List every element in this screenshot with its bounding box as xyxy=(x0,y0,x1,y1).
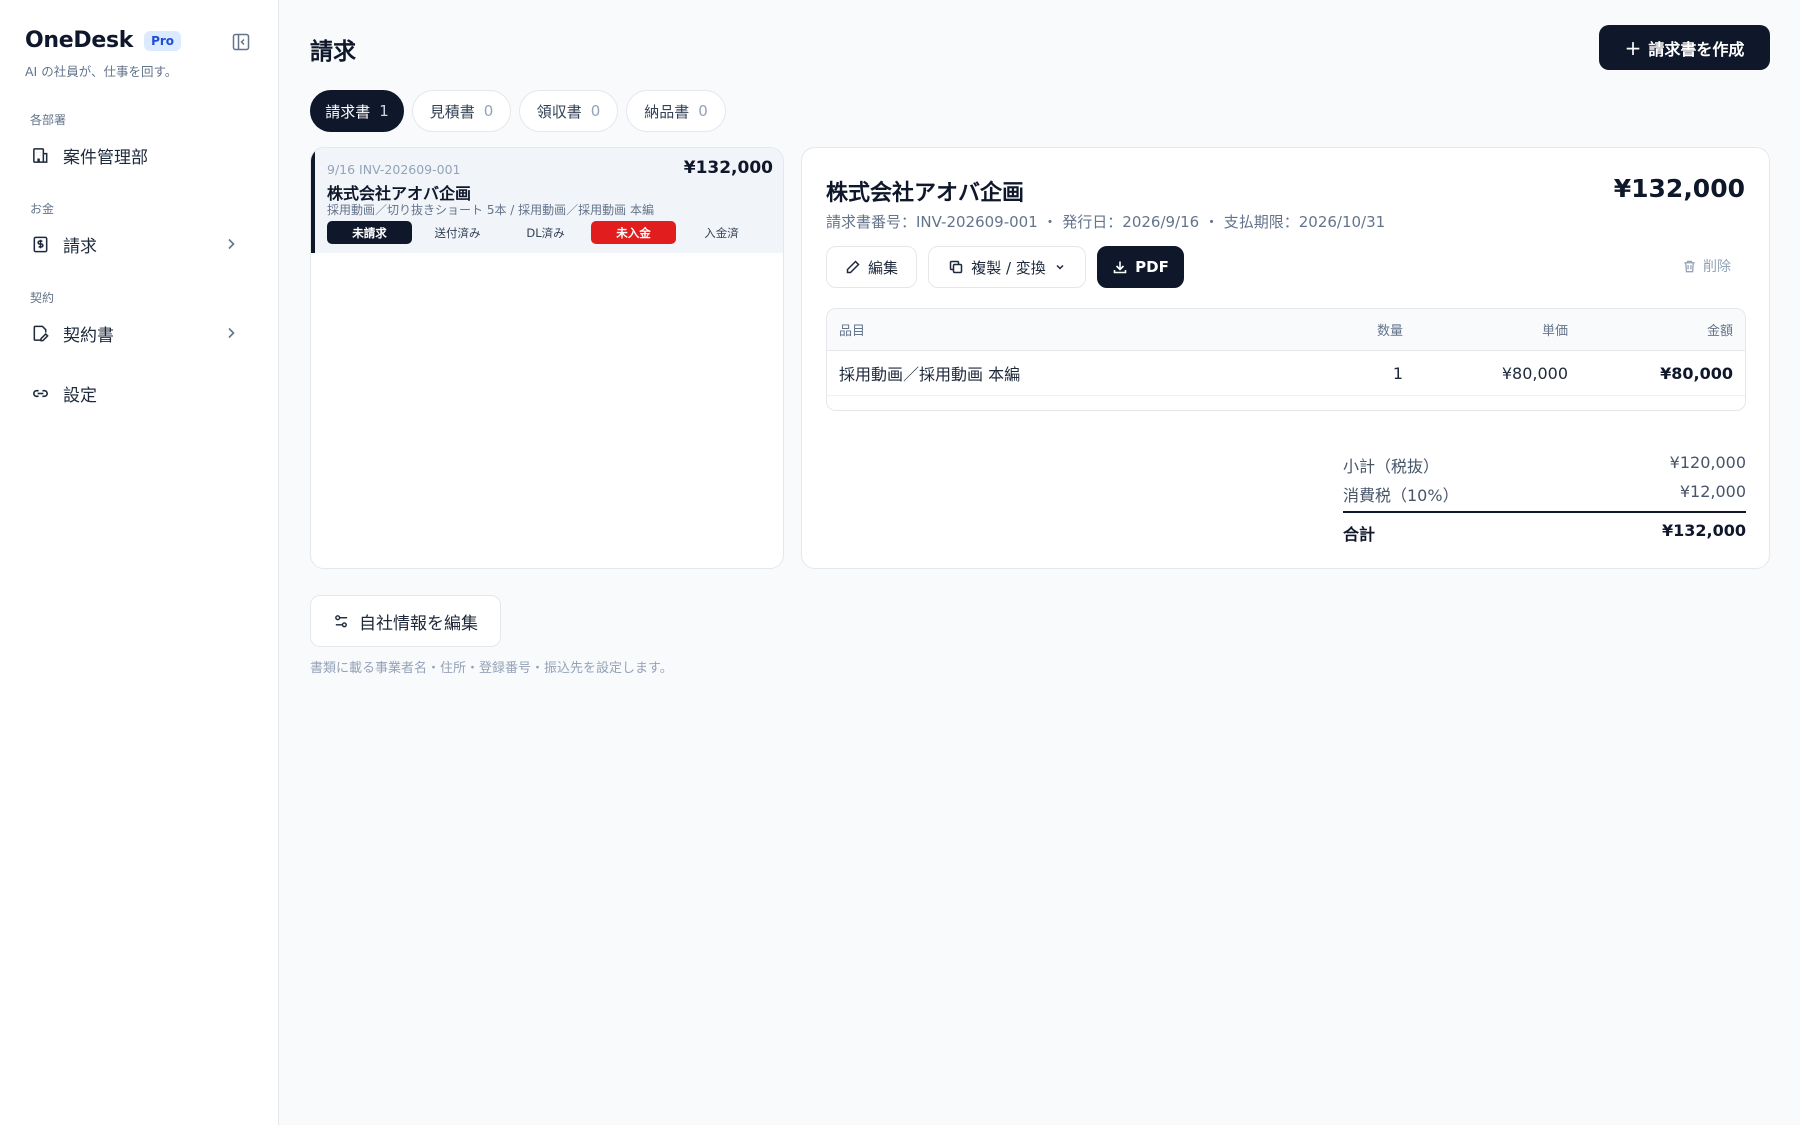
invoice-list: 9/16 INV-202609-001 ¥132,000 株式会社アオバ企画 採… xyxy=(310,147,784,569)
grand-total-row: 合計 ¥132,000 xyxy=(1343,519,1746,548)
status-paid[interactable]: 入金済 xyxy=(679,221,764,244)
invoice-description: 採用動画／切り抜きショート 5本 / 採用動画／採用動画 本編 xyxy=(327,203,654,217)
tab-label: 納品書 xyxy=(644,102,690,121)
status-unpaid[interactable]: 未入金 xyxy=(591,221,676,244)
section-label-departments: 各部署 xyxy=(30,113,67,127)
brand[interactable]: OneDesk Pro xyxy=(25,28,182,53)
detail-total: ¥132,000 xyxy=(1613,174,1745,203)
sidebar: OneDesk Pro AI の社員が、仕事を回す。 各部署 案件管理部 お金 … xyxy=(0,0,279,1125)
status-unbilled[interactable]: 未請求 xyxy=(327,221,412,244)
tab-count: 0 xyxy=(590,102,601,120)
edit-button[interactable]: 編集 xyxy=(826,246,917,288)
item-unit-price: ¥40,000 xyxy=(1502,396,1568,410)
chevron-right-icon xyxy=(223,236,239,252)
sliders-icon xyxy=(335,614,348,627)
item-amount: ¥80,000 xyxy=(1660,363,1733,383)
grand-total-label: 合計 xyxy=(1343,525,1376,544)
item-amount: ¥40,000 xyxy=(1660,396,1733,410)
copy-icon xyxy=(949,260,963,274)
item-name: 採用動画／採用動画 本編 xyxy=(839,365,1021,384)
tab-count: 0 xyxy=(483,102,494,120)
sidebar-collapse-icon[interactable] xyxy=(231,32,251,52)
company-info-hint: 書類に載る事業者名・住所・登録番号・振込先を設定します。 xyxy=(310,661,673,676)
duplicate-convert-button[interactable]: 複製 / 変換 xyxy=(928,246,1086,288)
table-header: 品目 数量 単価 金額 xyxy=(827,309,1745,351)
totals-divider xyxy=(1343,511,1746,513)
detail-meta: 請求書番号：INV-202609-001 ・ 発行日：2026/9/16 ・ 支… xyxy=(826,213,1386,231)
plan-badge: Pro xyxy=(144,30,182,51)
sidebar-item-label: 案件管理部 xyxy=(63,147,148,168)
sidebar-item-contracts[interactable]: 契約書 xyxy=(20,313,257,353)
tab-delivery-notes[interactable]: 納品書 0 xyxy=(626,90,726,132)
item-name: 採用動画／切り抜きショート 5本 xyxy=(839,396,1078,410)
download-icon xyxy=(1113,261,1127,274)
pencil-icon xyxy=(846,260,860,274)
tab-count: 1 xyxy=(379,102,389,120)
tab-label: 見積書 xyxy=(429,102,475,121)
tab-label: 領収書 xyxy=(536,102,582,121)
pdf-label: PDF xyxy=(1135,258,1169,276)
edit-company-info-label: 自社情報を編集 xyxy=(359,613,478,634)
section-label-contracts: 契約 xyxy=(30,291,55,305)
status-downloaded[interactable]: DL済み xyxy=(503,221,588,244)
tab-receipts[interactable]: 領収書 0 xyxy=(519,90,618,132)
pdf-download-button[interactable]: PDF xyxy=(1097,246,1184,288)
table-row: 採用動画／切り抜きショート 5本 1 ¥40,000 ¥40,000 xyxy=(827,396,1745,410)
sidebar-item-billing[interactable]: 請求 xyxy=(20,224,257,264)
create-invoice-label: 請求書を作成 xyxy=(1648,39,1745,59)
column-unit-price: 単価 xyxy=(1541,324,1568,339)
edit-label: 編集 xyxy=(867,258,898,277)
trash-icon xyxy=(1684,260,1695,272)
link-icon xyxy=(30,383,50,403)
tab-quotes[interactable]: 見積書 0 xyxy=(412,90,511,132)
section-label-money: お金 xyxy=(30,202,55,216)
page-title: 請求 xyxy=(310,39,356,65)
column-item: 品目 xyxy=(839,324,866,339)
subtotal-value: ¥120,000 xyxy=(1669,453,1746,472)
tax-value: ¥12,000 xyxy=(1679,482,1746,501)
create-invoice-button[interactable]: + 請求書を作成 xyxy=(1599,25,1770,70)
list-item[interactable]: 9/16 INV-202609-001 ¥132,000 株式会社アオバ企画 採… xyxy=(311,148,783,253)
item-qty: 1 xyxy=(1393,396,1403,410)
tab-count: 0 xyxy=(698,102,708,120)
column-qty: 数量 xyxy=(1376,324,1403,339)
sidebar-item-label: 契約書 xyxy=(63,325,114,346)
line-items-table: 品目 数量 単価 金額 採用動画／採用動画 本編 1 ¥80,000 ¥80,0… xyxy=(826,308,1746,411)
document-edit-icon xyxy=(30,323,50,343)
detail-client: 株式会社アオバ企画 xyxy=(826,181,1025,206)
brand-name: OneDesk xyxy=(25,28,134,53)
subtotal-label: 小計（税抜） xyxy=(1343,457,1440,476)
invoice-detail: 株式会社アオバ企画 ¥132,000 請求書番号：INV-202609-001 … xyxy=(801,147,1770,569)
sidebar-item-projects[interactable]: 案件管理部 xyxy=(20,135,257,175)
edit-company-info-button[interactable]: 自社情報を編集 xyxy=(310,595,501,647)
sidebar-item-settings[interactable]: 設定 xyxy=(20,373,257,413)
delete-label: 削除 xyxy=(1703,259,1731,275)
chevron-right-icon xyxy=(223,325,239,341)
duplicate-label: 複製 / 変換 xyxy=(971,258,1046,277)
invoice-amount: ¥132,000 xyxy=(683,158,773,178)
tax-label: 消費税（10%） xyxy=(1343,486,1459,505)
grand-total-value: ¥132,000 xyxy=(1661,521,1746,540)
tab-invoices[interactable]: 請求書 1 xyxy=(310,90,404,132)
chevron-down-icon xyxy=(1056,264,1064,270)
column-amount: 金額 xyxy=(1706,324,1733,339)
tax-row: 消費税（10%） ¥12,000 xyxy=(1343,480,1746,509)
totals: 小計（税抜） ¥120,000 消費税（10%） ¥12,000 合計 ¥132… xyxy=(1343,451,1746,548)
item-unit-price: ¥80,000 xyxy=(1501,363,1568,383)
plus-icon: + xyxy=(1624,35,1642,60)
table-row: 採用動画／採用動画 本編 1 ¥80,000 ¥80,000 xyxy=(827,351,1745,396)
sidebar-item-label: 請求 xyxy=(63,236,97,257)
receipt-icon xyxy=(30,234,50,254)
building-icon xyxy=(30,145,50,165)
invoice-meta: 9/16 INV-202609-001 xyxy=(327,162,461,177)
tab-label: 請求書 xyxy=(325,102,371,121)
tagline: AI の社員が、仕事を回す。 xyxy=(25,64,178,79)
delete-button[interactable]: 削除 xyxy=(1682,256,1731,276)
sidebar-item-label: 設定 xyxy=(63,385,97,406)
status-sent[interactable]: 送付済み xyxy=(415,221,500,244)
subtotal-row: 小計（税抜） ¥120,000 xyxy=(1343,451,1746,480)
item-qty: 1 xyxy=(1392,363,1403,383)
